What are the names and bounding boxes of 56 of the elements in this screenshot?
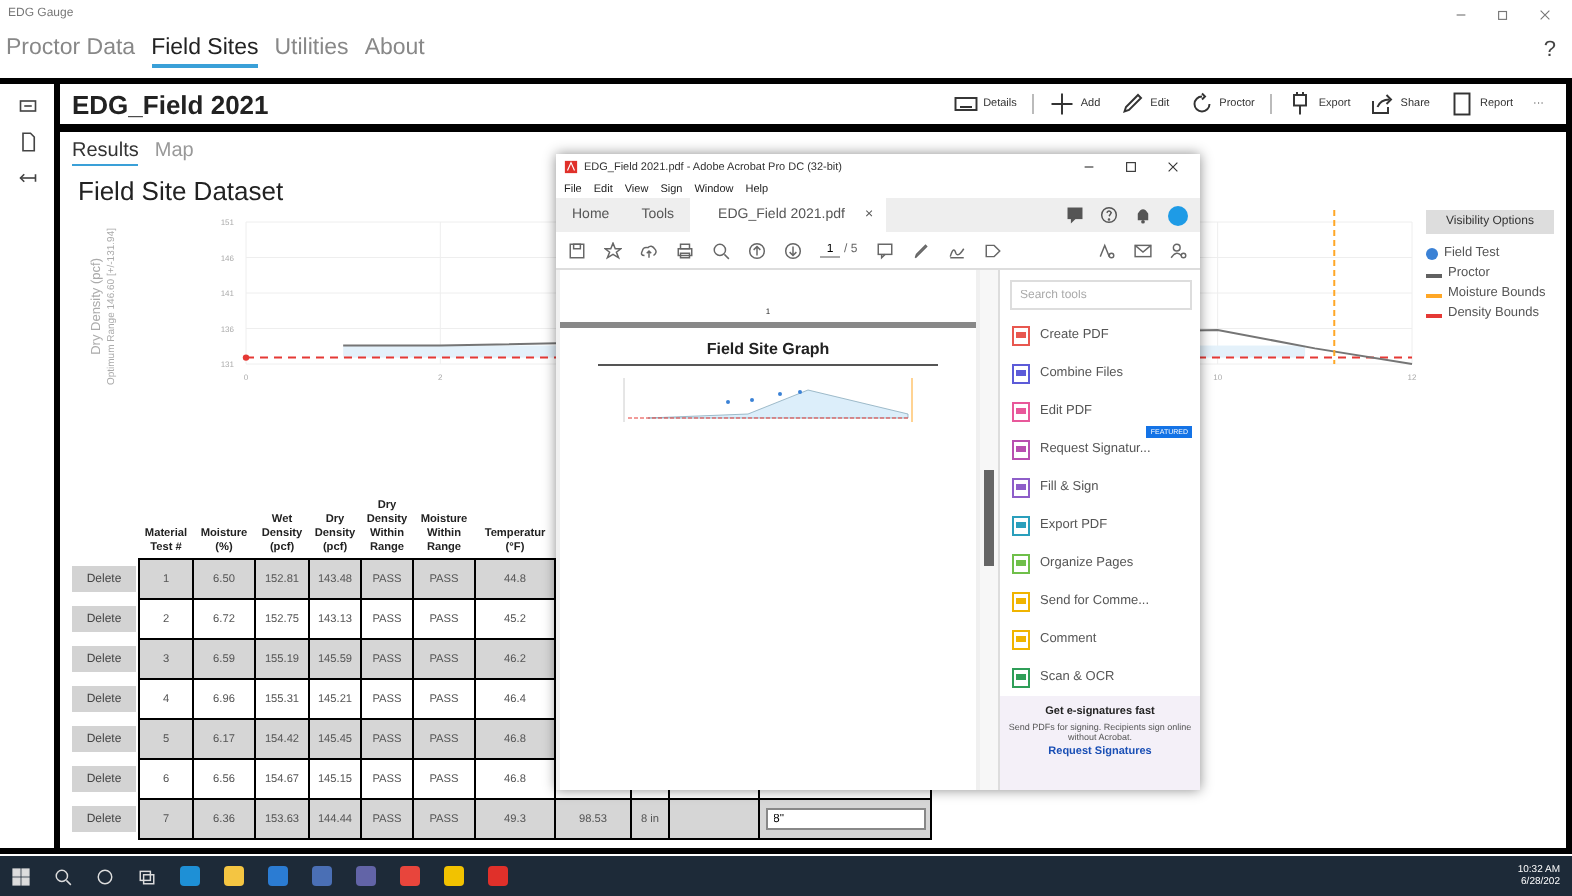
taskbar-app-icon[interactable] (224, 866, 244, 886)
taskbar-app-icon[interactable] (444, 866, 464, 886)
comment-icon (875, 241, 894, 259)
dataset-title: Field Site Dataset (78, 176, 284, 206)
nav-tab[interactable]: About (364, 32, 425, 68)
restore-icon (1496, 7, 1510, 21)
star-icon (604, 241, 622, 259)
maximize-icon (1124, 160, 1138, 174)
view-tab[interactable]: Results (72, 140, 139, 166)
down-icon (784, 241, 802, 259)
taskbar-app-icon[interactable] (268, 866, 288, 886)
document-heading: Field Site Graph (706, 340, 830, 358)
search-icon (712, 241, 730, 259)
site-title: EDG_Field 2021 (72, 89, 271, 119)
document-icon (17, 132, 37, 152)
arrow-icon (17, 168, 37, 188)
refresh-icon (1189, 92, 1214, 116)
up-icon (748, 241, 766, 259)
nav-tab[interactable]: Proctor Data (6, 32, 136, 68)
point-marker-drawing (242, 354, 250, 361)
person-gear-icon (1170, 241, 1188, 259)
share-icon (1370, 92, 1395, 116)
print-icon (676, 241, 694, 259)
acrobat-icon (564, 160, 578, 174)
save-icon (568, 241, 586, 259)
pen-icon (911, 241, 930, 259)
taskbar-app-icon[interactable] (312, 866, 332, 886)
task-view-icon (138, 867, 156, 885)
nav-tab[interactable]: Utilities (274, 32, 349, 68)
close-icon (1166, 160, 1180, 174)
plug-icon (1288, 92, 1313, 116)
bell-icon (1134, 206, 1152, 224)
signature-icon (1098, 241, 1116, 259)
minimize-icon (1082, 160, 1096, 174)
card-icon (17, 96, 37, 116)
taskbar-app-icon[interactable] (488, 866, 508, 886)
cloud-upload-icon (640, 241, 658, 259)
page-icon (1449, 92, 1474, 116)
taskbar-app-icon[interactable] (356, 866, 376, 886)
pencil-icon (1120, 92, 1145, 116)
mail-icon (1134, 241, 1152, 259)
help-icon (1100, 206, 1118, 224)
scrollbar-thumb[interactable] (984, 470, 994, 566)
tag-icon (983, 241, 1002, 259)
circle-icon (96, 867, 114, 885)
taskbar-app-icon[interactable] (400, 866, 420, 886)
plus-icon (1050, 92, 1075, 116)
chat-icon (1066, 206, 1084, 224)
search-icon (54, 867, 72, 885)
close-icon (1538, 7, 1552, 21)
nav-tab[interactable]: Field Sites (151, 32, 259, 68)
help-button[interactable]: ? (1543, 38, 1566, 62)
windows-icon (12, 867, 30, 885)
card-icon (953, 92, 978, 116)
avatar-icon[interactable] (1168, 205, 1188, 225)
taskbar-app-icon[interactable] (180, 866, 200, 886)
